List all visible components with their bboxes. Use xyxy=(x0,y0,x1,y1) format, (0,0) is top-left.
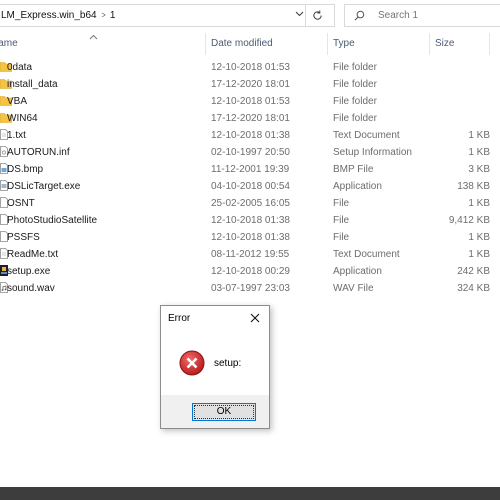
file-name: 0data xyxy=(7,62,33,73)
file-type: Setup Information xyxy=(333,147,412,158)
sort-up-icon xyxy=(89,33,98,42)
file-date-modified: 12-10-2018 01:53 xyxy=(211,62,290,73)
file-type: File folder xyxy=(333,113,377,124)
file-row[interactable]: OSNT 25-02-2005 16:05 File 1 KB xyxy=(0,195,500,212)
file-date-modified: 12-10-2018 01:38 xyxy=(211,232,290,243)
file-type: File folder xyxy=(333,79,377,90)
column-header-size[interactable]: Size xyxy=(435,38,454,49)
file-row[interactable]: PhotoStudioSatellite 12-10-2018 01:38 File… xyxy=(0,212,500,229)
file-row[interactable]: 0data 12-10-2018 01:53 File folder xyxy=(0,59,500,76)
file-type: File folder xyxy=(333,62,377,73)
file-date-modified: 08-11-2012 19:55 xyxy=(211,249,290,260)
file-date-modified: 17-12-2020 18:01 xyxy=(211,113,290,124)
file-size: 324 KB xyxy=(457,283,490,294)
file-date-modified: 12-10-2018 01:38 xyxy=(211,215,290,226)
dialog-message: setup: xyxy=(214,358,242,369)
file-size: 1 KB xyxy=(468,130,490,141)
file-type: WAV File xyxy=(333,283,374,294)
file-name: DSLicTarget.exe xyxy=(7,181,81,192)
file-name: install_data xyxy=(7,79,58,90)
file-row[interactable]: PSSFS 12-10-2018 01:38 File 1 KB xyxy=(0,229,500,246)
file-size: 1 KB xyxy=(468,198,490,209)
file-row[interactable]: AUTORUN.inf 02-10-1997 20:50 Setup Informa… xyxy=(0,144,500,161)
file-row[interactable]: setup.exe 12-10-2018 00:29 Application 242 … xyxy=(0,263,500,280)
dialog-title: Error xyxy=(168,313,191,324)
file-row[interactable]: sound.wav 03-07-1997 23:03 WAV File 324 KB xyxy=(0,280,500,297)
close-icon[interactable] xyxy=(248,311,262,325)
file-name: setup.exe xyxy=(7,266,51,277)
breadcrumb-item-express[interactable]: LM_Express.win_b64 xyxy=(1,10,97,21)
file-row[interactable]: 1.txt 12-10-2018 01:38 Text Document 1 KB xyxy=(0,127,500,144)
file-date-modified: 12-10-2018 01:53 xyxy=(211,96,290,107)
search-input[interactable] xyxy=(378,7,498,23)
file-type: Application xyxy=(333,266,382,277)
column-divider[interactable] xyxy=(205,33,206,55)
file-date-modified: 17-12-2020 18:01 xyxy=(211,79,290,90)
file-size: 3 KB xyxy=(468,164,490,175)
file-row[interactable]: WIN64 17-12-2020 18:01 File folder xyxy=(0,110,500,127)
error-dialog: Error setup: OK xyxy=(160,305,270,429)
file-type: File folder xyxy=(333,96,377,107)
column-divider[interactable] xyxy=(489,33,490,55)
breadcrumb[interactable]: LM_Express.win_b64 >1 xyxy=(1,10,115,21)
file-name: AUTORUN.inf xyxy=(7,147,70,158)
file-size: 1 KB xyxy=(468,249,490,260)
error-icon xyxy=(179,350,205,379)
breadcrumb-separator-icon: > xyxy=(101,10,106,20)
file-type: File xyxy=(333,215,350,226)
file-date-modified: 04-10-2018 00:54 xyxy=(211,181,290,192)
file-name: VBA xyxy=(7,96,28,107)
file-size: 1 KB xyxy=(468,232,490,243)
file-size: 9,412 KB xyxy=(448,215,490,226)
refresh-button[interactable] xyxy=(305,5,328,26)
dialog-title-bar[interactable]: Error xyxy=(161,306,269,330)
file-row[interactable]: VBA 12-10-2018 01:53 File folder xyxy=(0,93,500,110)
file-name: sound.wav xyxy=(7,283,55,294)
file-type: File xyxy=(333,232,350,243)
chevron-down-icon[interactable] xyxy=(295,9,304,19)
file-size: 242 KB xyxy=(457,266,490,277)
search-box[interactable] xyxy=(344,4,500,27)
column-divider[interactable] xyxy=(429,33,430,55)
file-type: File xyxy=(333,198,350,209)
file-name: PSSFS xyxy=(7,232,40,243)
breadcrumb-item-current[interactable]: 1 xyxy=(110,10,116,21)
column-header-type[interactable]: Type xyxy=(333,38,355,49)
taskbar xyxy=(0,487,500,500)
file-name: ReadMe.txt xyxy=(7,249,59,260)
file-date-modified: 12-10-2018 01:38 xyxy=(211,130,290,141)
file-name: OSNT xyxy=(7,198,35,209)
file-row[interactable]: install_data 17-12-2020 18:01 File folder xyxy=(0,76,500,93)
file-size: 1 KB xyxy=(468,147,490,158)
column-header-name[interactable]: Name xyxy=(0,38,18,49)
file-name: 1.txt xyxy=(7,130,26,141)
file-type: Application xyxy=(333,181,382,192)
file-row[interactable]: DS.bmp 11-12-2001 19:39 BMP File 3 KB xyxy=(0,161,500,178)
file-name: WIN64 xyxy=(7,113,38,124)
file-date-modified: 02-10-1997 20:50 xyxy=(211,147,290,158)
file-name: PhotoStudioSatellite xyxy=(7,215,98,226)
file-date-modified: 12-10-2018 00:29 xyxy=(211,266,290,277)
file-type: Text Document xyxy=(333,130,400,141)
column-header-date[interactable]: Date modified xyxy=(211,38,273,49)
file-date-modified: 03-07-1997 23:03 xyxy=(211,283,290,294)
file-row[interactable]: ReadMe.txt 08-11-2012 19:55 Text Document 1… xyxy=(0,246,500,263)
refresh-icon xyxy=(312,10,322,20)
search-icon xyxy=(354,10,365,24)
file-type: BMP File xyxy=(333,164,374,175)
address-bar[interactable]: LM_Express.win_b64 >1 xyxy=(0,4,335,27)
file-date-modified: 25-02-2005 16:05 xyxy=(211,198,290,209)
file-size: 138 KB xyxy=(457,181,490,192)
column-header-row: Name Date modified Type Size xyxy=(0,33,500,55)
file-type: Text Document xyxy=(333,249,400,260)
file-row[interactable]: DSLicTarget.exe 04-10-2018 00:54 Applicati… xyxy=(0,178,500,195)
ok-button[interactable]: OK xyxy=(192,403,256,421)
column-divider[interactable] xyxy=(327,33,328,55)
dialog-body: setup: xyxy=(161,330,269,395)
file-name: DS.bmp xyxy=(7,164,44,175)
file-date-modified: 11-12-2001 19:39 xyxy=(211,164,290,175)
